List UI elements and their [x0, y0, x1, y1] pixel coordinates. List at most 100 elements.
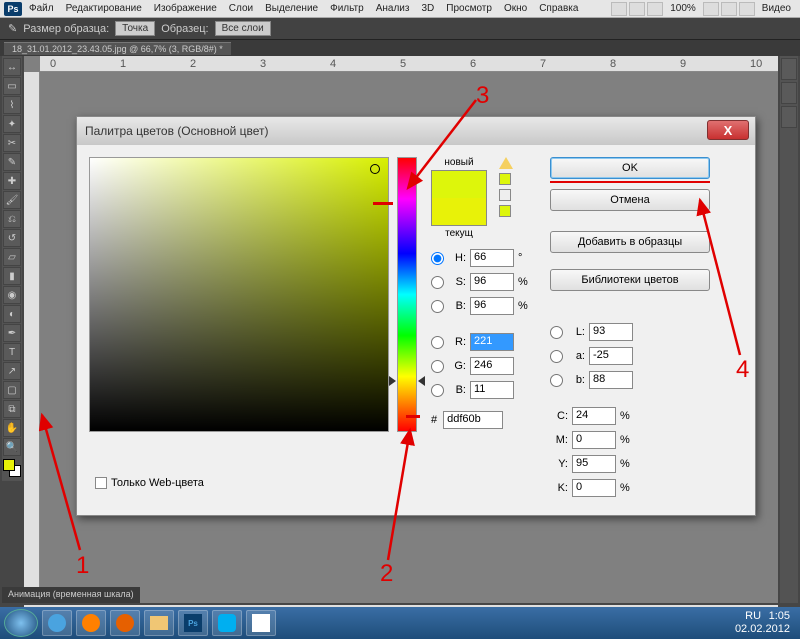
panel-icon[interactable]	[781, 106, 797, 128]
g-input[interactable]: 246	[470, 357, 514, 375]
b-radio[interactable]	[431, 300, 444, 313]
hue-arrow-right-icon[interactable]	[418, 376, 425, 386]
start-button[interactable]	[4, 609, 38, 637]
toolbar-icon[interactable]	[703, 2, 719, 16]
taskbar-media[interactable]	[76, 610, 106, 636]
3d-tool-icon[interactable]: ⧉	[3, 400, 21, 418]
lb-radio[interactable]	[550, 374, 563, 387]
menu-layers[interactable]: Слои	[224, 3, 258, 14]
move-tool-icon[interactable]: ↔	[3, 58, 21, 76]
tray-lang[interactable]: RU	[745, 610, 761, 622]
add-swatch-button[interactable]: Добавить в образцы	[550, 231, 710, 253]
r-input[interactable]: 221	[470, 333, 514, 351]
lb-input[interactable]: 88	[589, 371, 633, 389]
workspace-switcher[interactable]: Видео	[757, 3, 796, 14]
heal-tool-icon[interactable]: ✚	[3, 172, 21, 190]
menu-3d[interactable]: 3D	[416, 3, 439, 14]
sample-layers-dropdown[interactable]: Все слои	[215, 21, 271, 36]
eraser-tool-icon[interactable]: ▱	[3, 248, 21, 266]
checkbox-icon[interactable]	[95, 477, 107, 489]
menu-window[interactable]: Окно	[499, 3, 532, 14]
y-input[interactable]: 95	[572, 455, 616, 473]
toolbar-icon[interactable]	[629, 2, 645, 16]
a-radio[interactable]	[550, 350, 563, 363]
cancel-button[interactable]: Отмена	[550, 189, 710, 211]
tray-time[interactable]: 1:05	[769, 610, 790, 622]
system-tray[interactable]: RU 1:05 02.02.2012	[735, 610, 796, 636]
pen-tool-icon[interactable]: ✒	[3, 324, 21, 342]
tray-date[interactable]: 02.02.2012	[735, 623, 790, 635]
animation-panel-tab[interactable]: Анимация (временная шкала)	[2, 587, 140, 603]
menu-help[interactable]: Справка	[534, 3, 583, 14]
l-radio[interactable]	[550, 326, 563, 339]
close-button[interactable]: X	[707, 120, 749, 140]
taskbar-explorer[interactable]	[144, 610, 174, 636]
hue-arrow-left-icon[interactable]	[389, 376, 396, 386]
hue-slider[interactable]	[397, 157, 417, 432]
s-input[interactable]: 96	[470, 273, 514, 291]
k-input[interactable]: 0	[572, 479, 616, 497]
web-colors-checkbox[interactable]: Только Web-цвета	[95, 477, 204, 489]
c-input[interactable]: 24	[572, 407, 616, 425]
color-field-marker[interactable]	[370, 164, 380, 174]
taskbar-photoshop[interactable]: Ps	[178, 610, 208, 636]
toolbar-icon[interactable]	[739, 2, 755, 16]
menu-view[interactable]: Просмотр	[441, 3, 497, 14]
dialog-titlebar[interactable]: Палитра цветов (Основной цвет) X	[77, 117, 755, 145]
b2-input[interactable]: 11	[470, 381, 514, 399]
dodge-tool-icon[interactable]: ◐	[3, 305, 21, 323]
h-radio[interactable]	[431, 252, 444, 265]
shape-tool-icon[interactable]: ▢	[3, 381, 21, 399]
panel-icon[interactable]	[781, 58, 797, 80]
panel-icon[interactable]	[781, 82, 797, 104]
toolbar-icon[interactable]	[721, 2, 737, 16]
h-input[interactable]: 66	[470, 249, 514, 267]
zoom-level[interactable]: 100%	[665, 3, 701, 14]
lasso-tool-icon[interactable]: ⌇	[3, 96, 21, 114]
s-radio[interactable]	[431, 276, 444, 289]
type-tool-icon[interactable]: T	[3, 343, 21, 361]
taskbar-skype[interactable]	[212, 610, 242, 636]
hex-input[interactable]: ddf60b	[443, 411, 503, 429]
taskbar-firefox[interactable]	[110, 610, 140, 636]
taskbar-app[interactable]	[246, 610, 276, 636]
menu-filter[interactable]: Фильтр	[325, 3, 369, 14]
websafe-swatch[interactable]	[499, 205, 511, 217]
color-libraries-button[interactable]: Библиотеки цветов	[550, 269, 710, 291]
foreground-swatch[interactable]	[3, 459, 15, 471]
menu-file[interactable]: Файл	[24, 3, 59, 14]
gamut-warning-icon[interactable]	[499, 157, 513, 169]
r-radio[interactable]	[431, 336, 444, 349]
menu-image[interactable]: Изображение	[149, 3, 222, 14]
marquee-tool-icon[interactable]: ▭	[3, 77, 21, 95]
menu-select[interactable]: Выделение	[260, 3, 323, 14]
a-input[interactable]: -25	[589, 347, 633, 365]
eyedropper-tool-icon[interactable]: ✎	[3, 153, 21, 171]
brush-tool-icon[interactable]: 🖌	[3, 191, 21, 209]
toolbar-icon[interactable]	[647, 2, 663, 16]
websafe-warning-icon[interactable]	[499, 189, 511, 201]
menu-analysis[interactable]: Анализ	[371, 3, 415, 14]
history-brush-icon[interactable]: ↺	[3, 229, 21, 247]
bb-radio[interactable]	[431, 384, 444, 397]
stamp-tool-icon[interactable]: ⎌	[3, 210, 21, 228]
ok-button[interactable]: OK	[550, 157, 710, 179]
menu-edit[interactable]: Редактирование	[61, 3, 147, 14]
gamut-swatch[interactable]	[499, 173, 511, 185]
crop-tool-icon[interactable]: ✂	[3, 134, 21, 152]
hand-tool-icon[interactable]: ✋	[3, 419, 21, 437]
wand-tool-icon[interactable]: ✦	[3, 115, 21, 133]
b-input[interactable]: 96	[470, 297, 514, 315]
zoom-tool-icon[interactable]: 🔍	[3, 438, 21, 456]
color-swatches[interactable]	[3, 459, 21, 477]
current-color-swatch[interactable]	[432, 198, 486, 225]
gradient-tool-icon[interactable]: ▮	[3, 267, 21, 285]
document-tab[interactable]: 18_31.01.2012_23.43.05.jpg @ 66,7% (3, R…	[4, 42, 231, 55]
toolbar-icon[interactable]	[611, 2, 627, 16]
color-field[interactable]	[89, 157, 389, 432]
sample-size-dropdown[interactable]: Точка	[115, 21, 155, 36]
m-input[interactable]: 0	[572, 431, 616, 449]
path-tool-icon[interactable]: ↗	[3, 362, 21, 380]
taskbar-ie[interactable]	[42, 610, 72, 636]
blur-tool-icon[interactable]: ◉	[3, 286, 21, 304]
